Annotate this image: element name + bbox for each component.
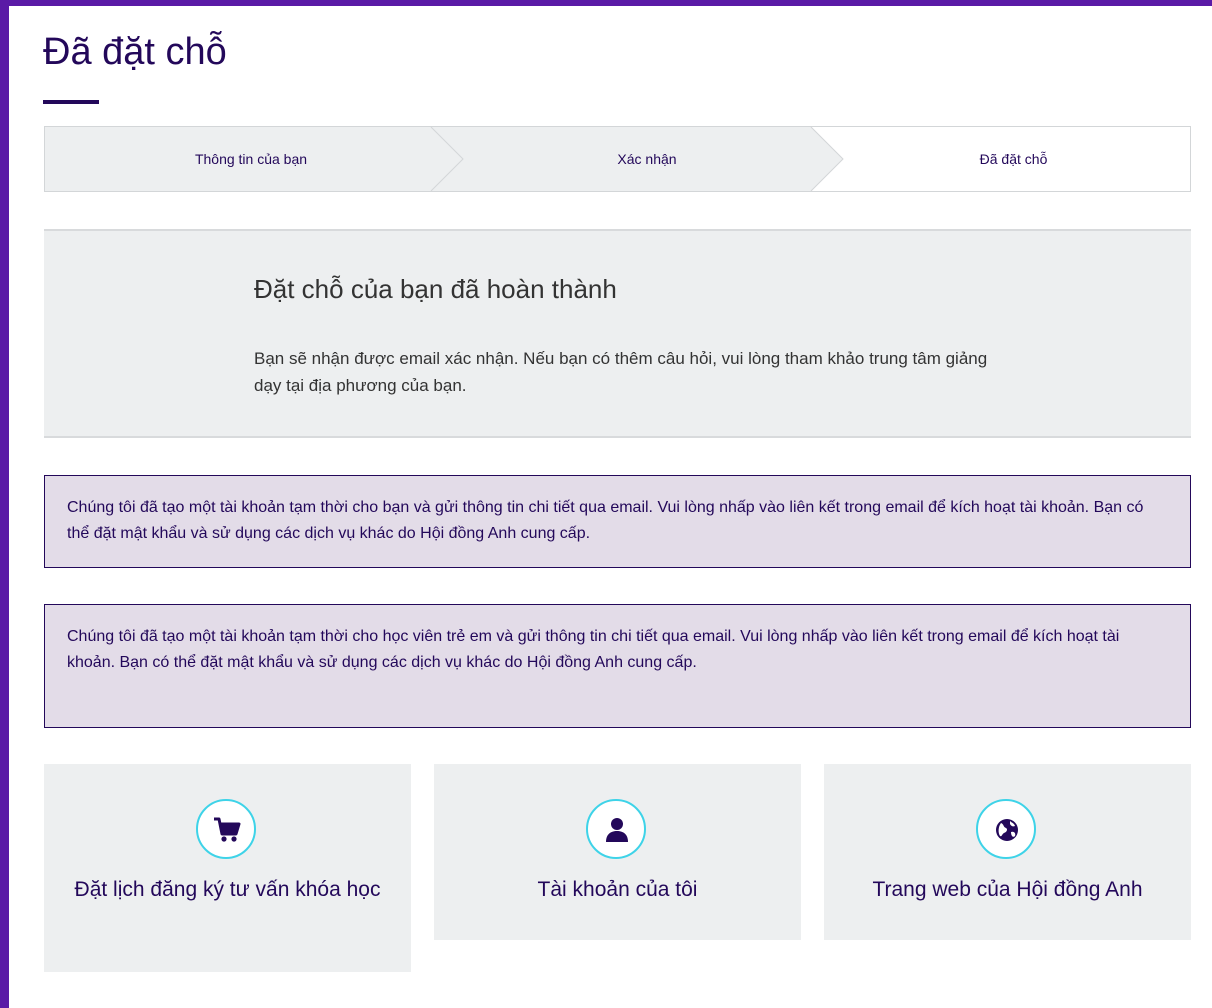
- success-title: Đặt chỗ của bạn đã hoàn thành: [254, 274, 617, 304]
- card-british-council-website-label: Trang web của Hội đồng Anh: [872, 878, 1143, 901]
- child-account-notice: Chúng tôi đã tạo một tài khoản tạm thời …: [44, 604, 1191, 728]
- card-my-account-label: Tài khoản của tôi: [537, 878, 698, 901]
- booking-steps: Thông tin của bạn Xác nhận Đã đặt chỗ: [44, 126, 1191, 192]
- globe-icon: [976, 799, 1036, 859]
- step-booked: Đã đặt chỗ: [979, 151, 1048, 167]
- account-notice: Chúng tôi đã tạo một tài khoản tạm thời …: [44, 475, 1191, 568]
- user-icon: [586, 799, 646, 859]
- card-book-consultation[interactable]: Đặt lịch đăng ký tư vấn khóa học: [44, 764, 411, 972]
- title-underline: [43, 100, 99, 104]
- card-british-council-website[interactable]: Trang web của Hội đồng Anh: [824, 764, 1191, 940]
- success-message: Bạn sẽ nhận được email xác nhận. Nếu bạn…: [254, 349, 988, 395]
- success-panel: Đặt chỗ của bạn đã hoàn thành Bạn sẽ nhậ…: [44, 229, 1191, 438]
- step-confirmation: Xác nhận: [617, 151, 677, 167]
- card-book-consultation-label: Đặt lịch đăng ký tư vấn khóa học: [74, 878, 381, 901]
- step-your-info: Thông tin của bạn: [194, 151, 308, 167]
- page-title: Đã đặt chỗ: [43, 31, 227, 73]
- card-my-account[interactable]: Tài khoản của tôi: [434, 764, 801, 940]
- cart-icon: [196, 799, 256, 859]
